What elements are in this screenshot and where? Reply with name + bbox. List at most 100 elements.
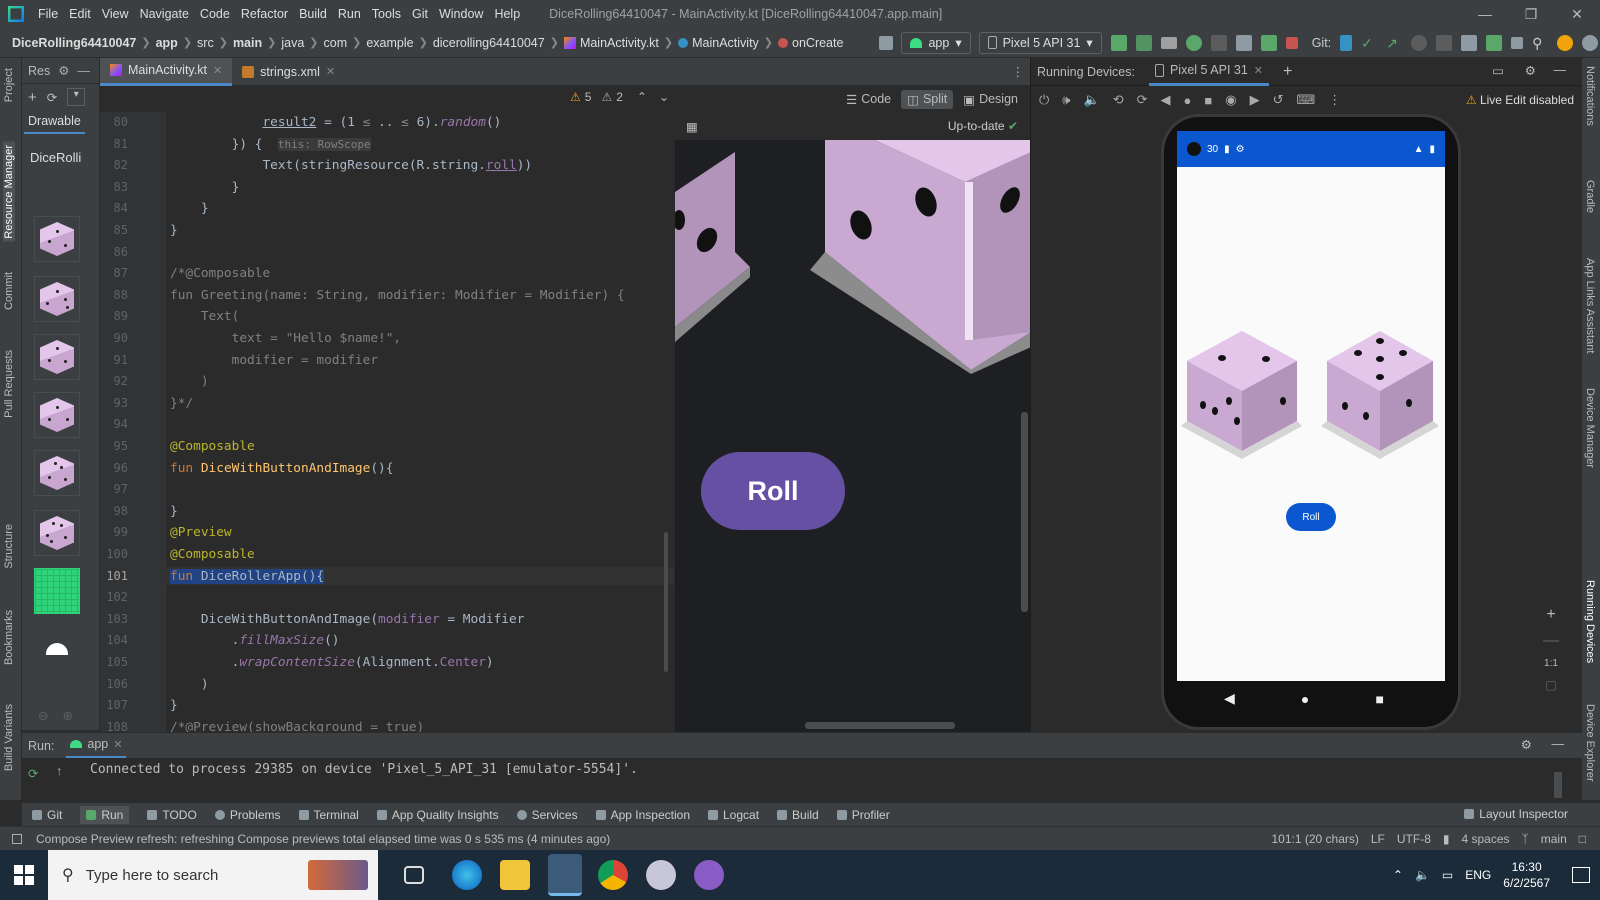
breadcrumb-class[interactable]: MainActivity	[692, 36, 759, 50]
zoom-in-icon[interactable]: ⊕	[62, 708, 72, 723]
sync-gradle-icon[interactable]	[1461, 34, 1478, 51]
menu-window[interactable]: Window	[439, 7, 483, 21]
menu-tools[interactable]: Tools	[372, 7, 401, 21]
tab-layout-inspector[interactable]: Layout Inspector	[1464, 807, 1568, 821]
minimize-panel-icon[interactable]: —	[77, 64, 90, 78]
tab-todo[interactable]: TODO	[147, 808, 197, 822]
zoom-out-icon[interactable]: ⊖	[38, 708, 48, 723]
maximize-icon[interactable]: ❐	[1508, 0, 1554, 28]
menu-build[interactable]: Build	[299, 7, 327, 21]
breadcrumb-file[interactable]: MainActivity.kt	[580, 36, 659, 50]
tool-commit[interactable]: Commit	[3, 272, 15, 310]
edge-browser-icon[interactable]	[452, 860, 482, 890]
power-icon[interactable]: ⏻	[1039, 92, 1049, 108]
menu-file[interactable]: File	[38, 7, 58, 21]
menu-refactor[interactable]: Refactor	[241, 7, 288, 21]
rotate-right-icon[interactable]: ⟳	[1137, 92, 1148, 108]
tool-structure[interactable]: Structure	[3, 524, 15, 569]
tab-drawable[interactable]: Drawable	[24, 110, 85, 134]
zoom-in-icon[interactable]: +	[1546, 606, 1555, 624]
tool-project[interactable]: Project	[3, 68, 15, 102]
menu-navigate[interactable]: Navigate	[140, 7, 189, 21]
breadcrumb-package[interactable]: dicerolling64410047	[433, 36, 545, 50]
refresh-icon[interactable]: ⟳	[47, 90, 57, 105]
add-device-icon[interactable]: +	[1283, 63, 1292, 81]
github-desktop-icon[interactable]	[694, 860, 724, 890]
breadcrumb-app[interactable]: app	[156, 36, 178, 50]
android-studio-taskbar-icon[interactable]	[548, 854, 582, 896]
phone-back-icon[interactable]: ◀	[1224, 690, 1235, 707]
menu-view[interactable]: View	[102, 7, 129, 21]
tool-notifications[interactable]: Notifications	[1584, 66, 1596, 126]
volume-up-icon[interactable]: 🕪	[1062, 92, 1070, 108]
breadcrumb-method[interactable]: onCreate	[792, 36, 843, 50]
tool-bookmarks[interactable]: Bookmarks	[3, 610, 15, 665]
tab-problems[interactable]: Problems	[214, 808, 281, 822]
breadcrumb-src[interactable]: src	[197, 36, 214, 50]
menu-edit[interactable]: Edit	[69, 7, 91, 21]
zoom-fit-icon[interactable]: ▢	[1545, 677, 1557, 692]
attach-debugger-icon[interactable]	[1260, 34, 1277, 51]
scroll-up-icon[interactable]: ↑	[56, 764, 62, 778]
add-resource-icon[interactable]: +	[28, 89, 37, 106]
home-icon[interactable]: ●	[1184, 93, 1192, 108]
hammer-icon[interactable]	[879, 35, 894, 50]
code-editor[interactable]: result2 = (1 ≤ .. ≤ 6).random() }) { thi…	[166, 112, 674, 732]
minimize-icon[interactable]: —	[1462, 0, 1508, 28]
git-push-icon[interactable]: ↗	[1386, 35, 1402, 51]
console-scrollbar[interactable]	[1554, 772, 1562, 798]
mode-design-button[interactable]: ▣ Design	[957, 90, 1024, 109]
preview-scrollbar[interactable]	[1021, 412, 1028, 612]
minimize-panel-icon[interactable]: —	[1554, 63, 1567, 77]
profile-icon[interactable]	[1235, 34, 1252, 51]
coverage-icon[interactable]	[1210, 34, 1227, 51]
tool-build-variants[interactable]: Build Variants	[3, 704, 15, 771]
tab-build[interactable]: Build	[777, 808, 819, 822]
close-tab-icon[interactable]: ✕	[326, 65, 335, 78]
menu-run[interactable]: Run	[338, 7, 361, 21]
more-vertical-icon[interactable]: ⋮	[1012, 64, 1025, 79]
clock[interactable]: 16:30 6/2/2567	[1503, 859, 1550, 891]
tab-logcat[interactable]: Logcat	[708, 808, 759, 822]
stop-icon[interactable]	[1285, 36, 1298, 49]
rerun-icon[interactable]: ⟳	[28, 766, 38, 781]
close-tab-icon[interactable]: ✕	[113, 738, 122, 751]
settings-gear-icon[interactable]	[1582, 34, 1599, 51]
zoom-actual-size[interactable]: 1:1	[1544, 658, 1558, 669]
phone-recents-icon[interactable]: ■	[1376, 691, 1384, 707]
breadcrumb-example[interactable]: example	[366, 36, 413, 50]
notification-center-icon[interactable]	[1572, 867, 1590, 883]
tab-profiler[interactable]: Profiler	[836, 808, 890, 822]
drawable-dice-3[interactable]	[34, 334, 80, 380]
tab-services[interactable]: Services	[516, 808, 578, 822]
tab-app-inspection[interactable]: App Inspection	[595, 808, 690, 822]
file-explorer-icon[interactable]	[500, 860, 530, 890]
preview-layout-icon[interactable]: ▦	[686, 119, 698, 134]
close-tab-icon[interactable]: ✕	[213, 64, 222, 77]
apply-changes-icon[interactable]	[1135, 34, 1152, 51]
breadcrumb-java[interactable]: java	[281, 36, 304, 50]
run-console[interactable]: ⟳ ↑ Connected to process 29385 on device…	[22, 758, 1582, 802]
tab-pixel-5[interactable]: Pixel 5 API 31 ✕	[1148, 58, 1270, 86]
screen-record-icon[interactable]: ▶	[1250, 92, 1260, 108]
windows-start-icon[interactable]	[14, 865, 34, 885]
tool-app-links[interactable]: App Links Assistant	[1584, 258, 1596, 353]
volume-icon[interactable]: 🔈	[1415, 868, 1430, 882]
git-branch[interactable]: main	[1541, 832, 1567, 846]
close-tab-icon[interactable]: ✕	[1254, 64, 1263, 77]
panel-toggle-icon[interactable]	[12, 833, 22, 844]
overview-icon[interactable]: ■	[1204, 93, 1212, 108]
sdk-manager-icon[interactable]	[1511, 36, 1524, 49]
git-rollback-icon[interactable]	[1436, 34, 1453, 51]
indent-setting[interactable]: 4 spaces	[1462, 832, 1510, 846]
debug-icon[interactable]	[1185, 34, 1202, 51]
editor-scrollbar[interactable]	[664, 532, 668, 672]
file-encoding[interactable]: UTF-8	[1397, 832, 1431, 846]
caret-position[interactable]: 101:1 (20 chars)	[1271, 832, 1358, 846]
tab-app-quality[interactable]: App Quality Insights	[376, 808, 499, 822]
device-manager-icon[interactable]	[1486, 34, 1503, 51]
tab-terminal[interactable]: Terminal	[298, 808, 359, 822]
network-icon[interactable]: ▭	[1442, 868, 1453, 882]
device-select[interactable]: Pixel 5 API 31 ▾	[978, 31, 1102, 54]
minimize-panel-icon[interactable]: —	[1552, 737, 1565, 751]
